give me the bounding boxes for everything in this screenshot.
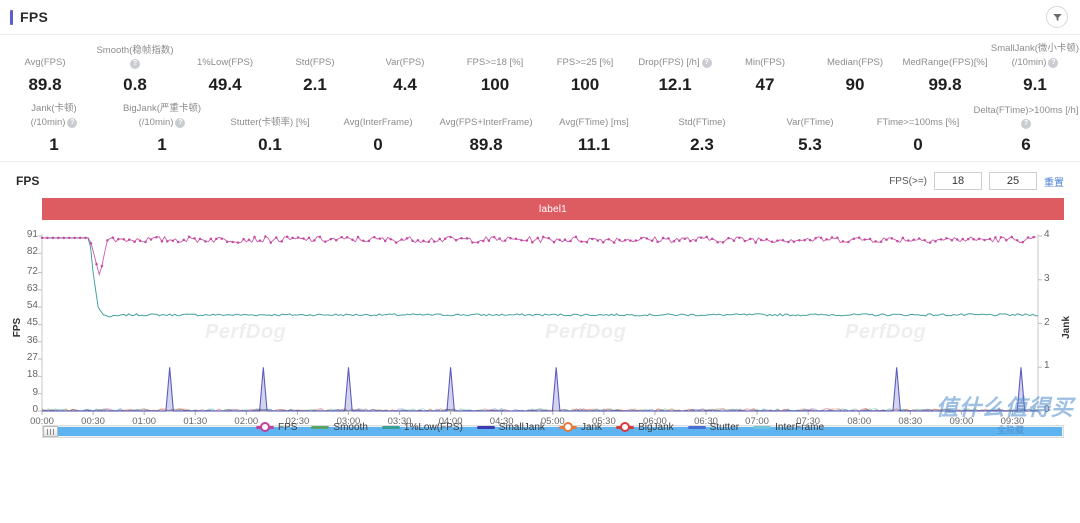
scene-label-bar[interactable]: label1 bbox=[42, 198, 1064, 220]
help-icon[interactable]: ? bbox=[130, 59, 140, 69]
legend-item-stutter[interactable]: Stutter bbox=[687, 421, 740, 433]
chart-title: FPS bbox=[16, 174, 40, 188]
stat-value: 4.4 bbox=[393, 75, 417, 94]
stat-fps-ge-25: FPS>=25 [%] 100 bbox=[556, 57, 614, 94]
stat-value: 9.1 bbox=[1023, 75, 1047, 94]
fps-chart-panel: FPS FPS(>=) 重置 label1 FPS Jank 091827364… bbox=[0, 162, 1080, 438]
stat-value: 2.1 bbox=[303, 75, 327, 94]
stat-medrange-fps: MedRange(FPS)[%] 99.8 bbox=[902, 57, 988, 94]
legend-label: Smooth bbox=[333, 421, 368, 433]
stat-value: 1 bbox=[49, 135, 59, 154]
stat-avg-fps: Avg(FPS) 89.8 bbox=[24, 57, 66, 94]
stat-1pct-low-fps: 1%Low(FPS) 49.4 bbox=[197, 57, 253, 94]
legend-label: FPS bbox=[277, 421, 298, 433]
stat-jank: Jank(卡顿) (/10min)? 1 bbox=[30, 103, 78, 154]
stat-value: 1 bbox=[157, 135, 167, 154]
chart-header: FPS FPS(>=) 重置 bbox=[0, 168, 1080, 194]
stat-avg-ftime: Avg(FTime) [ms] 11.1 bbox=[559, 117, 629, 154]
stat-value: 47 bbox=[755, 75, 775, 94]
stat-value: 0.1 bbox=[258, 135, 282, 154]
legend-swatch bbox=[381, 425, 400, 429]
fps-report-page: FPS Avg(FPS) 89.8 Smooth(稳帧指数)? 0.8 1%Lo… bbox=[0, 0, 1080, 523]
stat-smooth: Smooth(稳帧指数)? 0.8 bbox=[96, 45, 174, 94]
legend-swatch bbox=[255, 425, 274, 429]
stat-stutter: Stutter(卡顿率) [%] 0.1 bbox=[230, 117, 310, 154]
stat-avg-fps-interframe: Avg(FPS+InterFrame) 89.8 bbox=[439, 117, 533, 154]
legend-item-1-low-fps[interactable]: 1%Low(FPS) bbox=[381, 421, 463, 433]
chart-controls: FPS(>=) 重置 bbox=[889, 172, 1064, 190]
threshold-low-input[interactable] bbox=[934, 172, 982, 190]
stat-value: 12.1 bbox=[658, 75, 692, 94]
panel-header: FPS bbox=[0, 0, 1080, 35]
plot-area: FPS Jank 0 9 18 27 36 45 54 63 72 82 91 01234 00:0… bbox=[0, 226, 1080, 438]
stat-avg-interframe: Avg(InterFrame) 0 bbox=[343, 117, 413, 154]
reset-link[interactable]: 重置 bbox=[1044, 174, 1064, 189]
funnel-icon bbox=[1052, 13, 1062, 21]
page-title-label: FPS bbox=[20, 9, 49, 25]
stat-fps-ge-18: FPS>=18 [%] 100 bbox=[466, 57, 524, 94]
stat-delta-ftime-gt-100ms: Delta(FTime)>100ms [/h]? 6 bbox=[973, 105, 1079, 154]
legend-swatch bbox=[311, 425, 330, 429]
legend-item-smooth[interactable]: Smooth bbox=[311, 421, 368, 433]
stat-bigjank: BigJank(严重卡顿) (/10min)? 1 bbox=[122, 103, 202, 154]
stat-drop-fps: Drop(FPS) [/h]? 12.1 bbox=[630, 43, 720, 95]
stat-min-fps: Min(FPS) 47 bbox=[744, 57, 786, 94]
legend-swatch bbox=[476, 425, 495, 429]
filter-button[interactable] bbox=[1046, 6, 1068, 28]
stat-value: 89.8 bbox=[469, 135, 503, 154]
legend-label: BigJank bbox=[638, 421, 674, 433]
title-accent-bar bbox=[10, 9, 13, 25]
stat-value: 100 bbox=[480, 75, 510, 94]
stat-var-fps: Var(FPS) 4.4 bbox=[385, 57, 425, 94]
legend-label: Jank bbox=[580, 421, 603, 433]
stat-std-fps: Std(FPS) 2.1 bbox=[295, 57, 335, 94]
help-icon[interactable]: ? bbox=[1021, 119, 1031, 129]
chart-canvas[interactable] bbox=[0, 226, 1080, 438]
stat-value: 2.3 bbox=[690, 135, 714, 154]
legend-swatch bbox=[558, 425, 577, 429]
stat-value: 0.8 bbox=[123, 75, 147, 94]
legend-label: Stutter bbox=[709, 421, 740, 433]
summary-stats: Avg(FPS) 89.8 Smooth(稳帧指数)? 0.8 1%Low(FP… bbox=[0, 35, 1080, 162]
legend-item-jank[interactable]: Jank bbox=[558, 421, 603, 433]
help-icon[interactable]: ? bbox=[175, 118, 186, 128]
stat-smalljank: SmallJank(微小卡顿) (/10min)? 9.1 bbox=[990, 43, 1080, 94]
stat-value: 0 bbox=[373, 135, 383, 154]
stat-var-ftime: Var(FTime) 5.3 bbox=[786, 117, 834, 154]
legend-item-interframe[interactable]: InterFrame bbox=[753, 422, 824, 433]
page-title: FPS bbox=[0, 9, 48, 25]
stats-row-1: Avg(FPS) 89.8 Smooth(稳帧指数)? 0.8 1%Low(FP… bbox=[0, 43, 1080, 95]
legend-swatch bbox=[616, 425, 635, 429]
stat-value: 99.8 bbox=[928, 75, 962, 94]
legend-swatch bbox=[753, 425, 772, 429]
stat-value: 5.3 bbox=[798, 135, 822, 154]
help-icon[interactable]: ? bbox=[67, 118, 78, 128]
legend-item-smalljank[interactable]: SmallJank bbox=[476, 421, 545, 433]
legend-swatch bbox=[687, 425, 706, 429]
stat-value: 6 bbox=[1021, 135, 1031, 154]
legend-item-bigjank[interactable]: BigJank bbox=[616, 422, 674, 433]
stat-median-fps: Median(FPS) 90 bbox=[827, 57, 883, 94]
legend-label: InterFrame bbox=[775, 421, 825, 433]
chart-legend: FPS Smooth 1%Low(FPS) SmallJank Jank BigJank S… bbox=[0, 417, 1080, 437]
stats-row-2: Jank(卡顿) (/10min)? 1 BigJank(严重卡顿) (/10m… bbox=[0, 103, 1080, 155]
stat-value: 49.4 bbox=[208, 75, 242, 94]
stat-ftime-ge-100ms: FTime>=100ms [%] 0 bbox=[876, 117, 960, 154]
stat-std-ftime: Std(FTime) 2.3 bbox=[678, 117, 726, 154]
stat-value: 0 bbox=[913, 135, 923, 154]
help-icon[interactable]: ? bbox=[1048, 58, 1059, 68]
stat-value: 89.8 bbox=[28, 75, 62, 94]
stat-value: 90 bbox=[845, 75, 865, 94]
legend-label: SmallJank bbox=[498, 421, 545, 433]
stat-value: 100 bbox=[570, 75, 600, 94]
threshold-high-input[interactable] bbox=[989, 172, 1037, 190]
stat-value: 11.1 bbox=[577, 135, 611, 154]
scene-label-text: label1 bbox=[539, 203, 567, 215]
help-icon[interactable]: ? bbox=[701, 58, 712, 68]
threshold-label: FPS(>=) bbox=[889, 175, 927, 187]
legend-item-fps[interactable]: FPS bbox=[255, 421, 298, 433]
legend-label: 1%Low(FPS) bbox=[403, 421, 463, 433]
